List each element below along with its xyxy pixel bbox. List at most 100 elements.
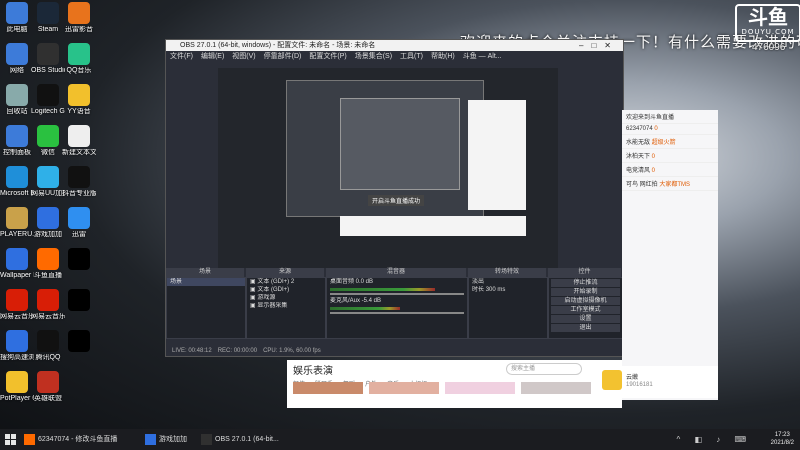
app-icon bbox=[6, 248, 28, 270]
obs-preview[interactable]: 开启斗鱼直播成功 bbox=[218, 68, 558, 299]
chat-gift: 0 bbox=[654, 126, 658, 132]
chat-user[interactable]: 欢迎来到斗鱼直播 bbox=[626, 115, 674, 121]
menu-item[interactable]: 场景集合(S) bbox=[355, 53, 392, 60]
taskbar-item[interactable]: OBS 27.0.1 (64-bit... bbox=[199, 431, 279, 448]
transition-type[interactable]: 淡出 bbox=[469, 278, 547, 286]
desktop-icon[interactable]: 迅雷影音 bbox=[62, 2, 96, 34]
taskbar: 62347074 - 修改斗鱼直播 游戏加加 OBS 27.0.1 (64-bit.… bbox=[0, 429, 800, 450]
desktop-icon-label: 新建文本文档.txt bbox=[62, 149, 96, 156]
desktop-icon[interactable]: 网易UU加速器 bbox=[31, 166, 65, 198]
menu-item[interactable]: 斗鱼 — Alt... bbox=[463, 53, 502, 60]
menu-item[interactable]: 工具(T) bbox=[400, 53, 423, 60]
source-item[interactable]: ▣ 游戏源 bbox=[247, 294, 325, 302]
desktop-icon[interactable]: 斗鱼直播 bbox=[31, 248, 65, 280]
mixer-channel-name: 桌面音频 0.0 dB bbox=[330, 279, 374, 285]
desktop-icon[interactable]: 游戏加加 bbox=[31, 207, 65, 239]
chat-user[interactable]: 可鸟 网红拍 bbox=[626, 182, 659, 188]
douyu-logo-text: 斗鱼 bbox=[748, 5, 788, 29]
app-icon bbox=[6, 125, 28, 147]
desktop-icon[interactable]: Logitech G HUB bbox=[31, 84, 65, 116]
scenes-header: 场景 bbox=[166, 268, 244, 277]
desktop-icon[interactable]: PLAYERU... BATTLEGR... bbox=[0, 207, 34, 239]
taskbar-item[interactable]: 游戏加加 bbox=[143, 431, 187, 448]
menu-item[interactable]: 配置文件(P) bbox=[309, 53, 346, 60]
chat-user[interactable]: 水能无敌 bbox=[626, 140, 652, 146]
desktop-icon[interactable]: 腾讯QQ bbox=[31, 330, 65, 362]
app-icon bbox=[6, 289, 28, 311]
menu-item[interactable]: 编辑(E) bbox=[201, 53, 224, 60]
transition-duration[interactable]: 时长 300 ms bbox=[469, 286, 547, 294]
desktop-icon[interactable]: 回收站 bbox=[0, 84, 34, 116]
desktop-icon[interactable]: Microsoft Edge bbox=[0, 166, 34, 198]
search-input[interactable]: 搜索主播 bbox=[506, 363, 582, 375]
desktop-icon[interactable]: PotPlayer 64 bit bbox=[0, 371, 34, 403]
taskbar-item[interactable]: 62347074 - 修改斗鱼直播 bbox=[22, 431, 117, 448]
menu-item[interactable]: 视图(V) bbox=[232, 53, 255, 60]
desktop-icon[interactable]: Steam bbox=[31, 2, 65, 34]
obs-titlebar[interactable]: OBS 27.0.1 (64-bit, windows) - 配置文件: 未命名… bbox=[166, 40, 623, 51]
chat-row: 欢迎来到斗鱼直播 bbox=[622, 110, 718, 124]
desktop-icon-label: 抖音专业版 bbox=[62, 190, 96, 197]
menu-item[interactable]: 文件(F) bbox=[170, 53, 193, 60]
control-button[interactable]: 工作室模式 bbox=[551, 306, 620, 314]
chat-user[interactable]: 62347074 bbox=[626, 126, 654, 132]
preview-nested-bottom bbox=[340, 216, 526, 236]
douyu-chat-panel: 欢迎来到斗鱼直播 62347074 0 水能无敌 超级火箭 沐柏天下 0 电竞清风 0… bbox=[622, 110, 718, 400]
taskbar-clock[interactable]: 17:23 2021/8/2 bbox=[771, 431, 794, 447]
stream-thumbnail[interactable] bbox=[445, 382, 516, 394]
desktop-icon[interactable]: YY语音 bbox=[62, 84, 96, 116]
app-icon bbox=[37, 166, 59, 188]
control-button[interactable]: 开始录制 bbox=[551, 288, 620, 296]
desktop-icon[interactable] bbox=[62, 248, 96, 272]
desktop-icon[interactable]: 微信 bbox=[31, 125, 65, 157]
desktop-icon[interactable]: 搜狗高速浏览器 bbox=[0, 330, 34, 362]
desktop-icon[interactable]: 抖音专业版 bbox=[62, 166, 96, 198]
app-icon bbox=[6, 371, 28, 393]
desktop-icon[interactable]: 英雄联盟 bbox=[31, 371, 65, 403]
app-icon bbox=[37, 2, 59, 24]
desktop-icon[interactable]: 网易云音乐 bbox=[31, 289, 65, 321]
system-tray-icons[interactable]: ^ ◧ ♪ ⌨ bbox=[676, 435, 752, 444]
app-icon bbox=[37, 84, 59, 106]
stream-thumbnail[interactable] bbox=[521, 382, 592, 394]
desktop-icon[interactable] bbox=[62, 330, 96, 354]
desktop-icon[interactable]: 控制面板 bbox=[0, 125, 34, 157]
app-icon bbox=[37, 371, 59, 393]
stream-thumbnail[interactable] bbox=[369, 382, 440, 394]
desktop-icon[interactable] bbox=[62, 289, 96, 313]
controls-panel: 停止推流 开始录制 启动虚拟摄像机 工作室模式 设置 退出 bbox=[548, 277, 623, 339]
avatar[interactable] bbox=[602, 370, 622, 390]
desktop-icon-label: Microsoft Edge bbox=[0, 190, 34, 197]
volume-slider[interactable] bbox=[330, 312, 464, 314]
app-icon bbox=[37, 125, 59, 147]
desktop-icon[interactable]: Wallpaper Engine bbox=[0, 248, 34, 280]
volume-slider[interactable] bbox=[330, 293, 464, 295]
volume-meter bbox=[330, 288, 435, 291]
desktop-icon-label: 此电脑 bbox=[6, 26, 28, 33]
menu-item[interactable]: 帮助(H) bbox=[431, 53, 455, 60]
desktop-icon[interactable]: 网易云音乐 bbox=[0, 289, 34, 321]
window-controls[interactable]: –□✕ bbox=[579, 40, 619, 51]
control-button[interactable]: 设置 bbox=[551, 315, 620, 323]
desktop-icon[interactable]: 网络 bbox=[0, 43, 34, 75]
control-button[interactable]: 停止推流 bbox=[551, 279, 620, 287]
windows-start-icon[interactable] bbox=[5, 434, 16, 445]
stream-thumbnail[interactable] bbox=[293, 382, 363, 394]
chat-user[interactable]: 沐柏天下 bbox=[626, 154, 652, 160]
control-button[interactable]: 退出 bbox=[551, 324, 620, 332]
desktop-icon[interactable]: OBS Studio bbox=[31, 43, 65, 75]
desktop-icon-label: 迅雷 bbox=[72, 231, 86, 238]
desktop-icon[interactable]: QQ音乐 bbox=[62, 43, 96, 75]
source-item[interactable]: ▣ 文本 (GDI+) bbox=[247, 286, 325, 294]
source-item[interactable]: ▣ 显示器采集 bbox=[247, 302, 325, 310]
chat-user[interactable]: 电竞清风 bbox=[626, 168, 652, 174]
control-button[interactable]: 启动虚拟摄像机 bbox=[551, 297, 620, 305]
app-icon bbox=[68, 43, 90, 65]
mixer-panel: 桌面音频 0.0 dB 麦克风/Aux -5.4 dB bbox=[326, 277, 468, 339]
scene-item[interactable]: 场景 bbox=[167, 278, 245, 286]
desktop-icon[interactable]: 迅雷 bbox=[62, 207, 96, 239]
source-item[interactable]: ▣ 文本 (GDI+) 2 bbox=[247, 278, 325, 286]
desktop-icon[interactable]: 新建文本文档.txt bbox=[62, 125, 96, 157]
menu-item[interactable]: 停靠部件(D) bbox=[264, 53, 302, 60]
desktop-icon[interactable]: 此电脑 bbox=[0, 2, 34, 34]
